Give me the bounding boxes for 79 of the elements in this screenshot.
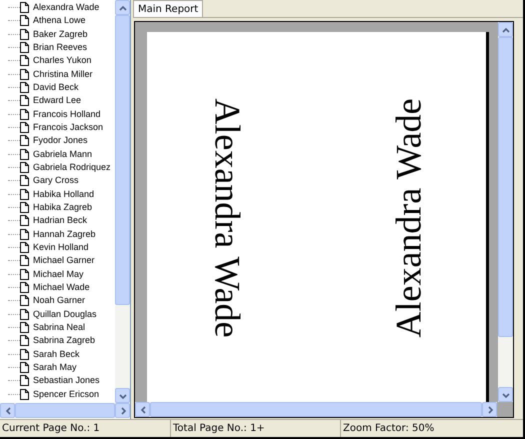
tree-item[interactable]: Edward Lee <box>33 96 82 106</box>
document-icon <box>20 228 29 240</box>
document-icon <box>20 108 29 120</box>
scroll-right-button[interactable] <box>482 402 497 417</box>
document-icon <box>20 282 29 294</box>
tree-item[interactable]: Gabriela Rodriquez <box>33 163 111 172</box>
tree-item[interactable]: Charles Yukon <box>33 56 92 66</box>
document-icon <box>20 68 29 80</box>
document-icon <box>20 202 29 214</box>
document-icon <box>20 375 29 386</box>
tree-item[interactable]: Sarah Beck <box>33 350 80 359</box>
scroll-thumb[interactable] <box>498 37 513 337</box>
status-text: Current Page No.: 1 <box>2 422 100 436</box>
tree-item[interactable]: Michael Garner <box>33 256 95 266</box>
document-icon <box>20 188 29 200</box>
scroll-left-button[interactable] <box>0 403 15 418</box>
document-icon <box>20 162 29 174</box>
tree-item[interactable]: Hadrian Beck <box>33 216 88 226</box>
status-text: Zoom Factor: 50% <box>343 422 434 436</box>
document-icon <box>20 242 29 254</box>
tree-item[interactable]: Sabrina Neal <box>33 323 86 332</box>
scroll-left-button[interactable] <box>135 402 150 417</box>
document-icon <box>20 215 29 226</box>
document-icon <box>20 135 29 146</box>
tree-item[interactable]: Michael Wade <box>33 283 90 292</box>
tree-item[interactable]: Sebastian Jones <box>33 376 100 386</box>
page-text: Alexandra Wade <box>390 98 426 338</box>
tree-item[interactable]: Michael May <box>33 270 84 279</box>
document-icon <box>20 28 29 40</box>
document-icon <box>20 148 29 160</box>
scroll-down-button[interactable] <box>115 388 130 403</box>
status-text: Total Page No.: 1+ <box>173 422 265 436</box>
tree-item[interactable]: Gabriela Mann <box>33 150 92 159</box>
scroll-thumb[interactable] <box>115 15 130 305</box>
scroll-thumb[interactable] <box>15 403 115 418</box>
tree-item[interactable]: Christina Miller <box>33 70 93 79</box>
document-icon <box>20 295 29 306</box>
tree-item[interactable]: Baker Zagreb <box>33 30 88 39</box>
tree-item[interactable]: Gary Cross <box>33 176 79 186</box>
document-icon <box>20 322 29 334</box>
scroll-up-button[interactable] <box>498 22 513 37</box>
scroll-up-button[interactable] <box>115 0 130 15</box>
document-icon <box>20 388 29 400</box>
document-icon <box>20 175 29 186</box>
tree-item[interactable]: Fyodor Jones <box>33 136 88 146</box>
tree-item[interactable]: Quillan Douglas <box>33 310 97 319</box>
scroll-right-button[interactable] <box>115 403 130 418</box>
document-icon <box>20 308 29 320</box>
document-icon <box>20 15 29 26</box>
tree-item[interactable]: Sabrina Zagreb <box>33 336 96 346</box>
tree-item[interactable]: Habika Holland <box>33 190 94 199</box>
document-icon <box>20 122 29 134</box>
tree-item[interactable]: Brian Reeves <box>33 43 88 52</box>
document-icon <box>20 95 29 106</box>
document-icon <box>20 55 29 66</box>
horizontal-scrollbar[interactable] <box>0 403 130 418</box>
tree-item[interactable]: Noah Garner <box>33 296 86 306</box>
document-icon <box>20 268 29 280</box>
document-icon <box>20 42 29 54</box>
document-icon <box>20 348 29 360</box>
document-icon <box>20 82 29 94</box>
document-icon <box>20 362 29 374</box>
scroll-down-button[interactable] <box>498 387 513 402</box>
tree-item[interactable]: Francois Jackson <box>33 123 104 132</box>
tree-item[interactable]: Kevin Holland <box>33 243 89 252</box>
tab[interactable]: Main Report <box>133 0 204 17</box>
document-icon <box>20 255 29 266</box>
tree-item[interactable]: Habika Zagreb <box>33 203 92 212</box>
tree-item[interactable]: Alexandra Wade <box>33 3 100 12</box>
tree-item[interactable]: Athena Lowe <box>33 16 86 26</box>
tree-item[interactable]: Sarah May <box>33 363 77 372</box>
tree-item[interactable]: Francois Holland <box>33 110 101 119</box>
tree-item[interactable]: David Beck <box>33 83 79 92</box>
tree-item[interactable]: Hannah Zagreb <box>33 230 96 239</box>
vertical-scrollbar[interactable] <box>498 22 513 402</box>
document-icon <box>20 335 29 346</box>
vertical-scrollbar[interactable] <box>115 0 130 403</box>
tree-item[interactable]: Spencer Ericson <box>33 390 100 399</box>
page-text: Alexandra Wade <box>210 98 246 338</box>
